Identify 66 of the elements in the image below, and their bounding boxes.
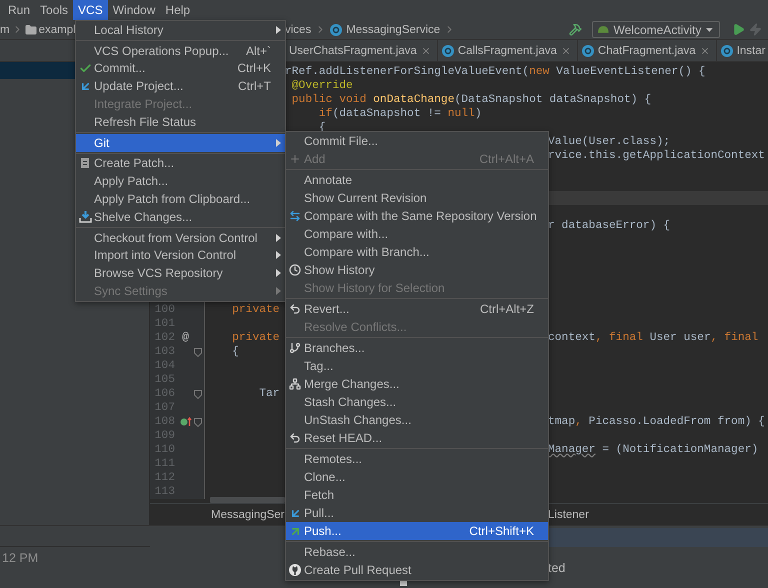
menu-item[interactable]: Create Pull Request bbox=[286, 561, 548, 579]
code-text: Manager = (NotificationManager) bbox=[548, 443, 758, 457]
menu-item[interactable]: Fetch bbox=[286, 486, 548, 504]
menu-item[interactable]: Refresh File Status bbox=[76, 112, 285, 131]
menu-item[interactable]: Import into Version Control bbox=[76, 246, 285, 264]
breadcrumb[interactable]: MessagingService bbox=[346, 24, 440, 36]
code-text: rvice.this.getApplicationContext bbox=[548, 149, 765, 163]
menu-item[interactable]: Update Project... Ctrl+T bbox=[76, 77, 285, 96]
editor-tab[interactable]: Instar bbox=[716, 40, 768, 61]
code-text: r databaseError) { bbox=[548, 219, 670, 233]
menu-item[interactable]: Commit File... bbox=[286, 132, 548, 150]
menu-item[interactable]: Pull... bbox=[286, 504, 548, 522]
menu-item[interactable]: Push... Ctrl+Shift+K bbox=[286, 522, 548, 540]
breadcrumb[interactable]: m bbox=[0, 24, 10, 36]
breadcrumb[interactable]: exampl bbox=[38, 24, 76, 36]
menu-item[interactable]: Revert... Ctrl+Alt+Z bbox=[286, 300, 548, 318]
menu-item[interactable]: Browse VCS Repository bbox=[76, 264, 285, 282]
menu-title[interactable]: Window bbox=[108, 0, 160, 20]
status-text: ted bbox=[548, 560, 566, 575]
menu-title[interactable]: Run bbox=[3, 0, 36, 20]
menu-item[interactable]: Compare with Branch... bbox=[286, 243, 548, 261]
menu-item[interactable]: Show History bbox=[286, 261, 548, 279]
code-text: context, final User user, final bbox=[548, 331, 758, 345]
code-text: public void onDataChange(DataSnapshot dataSnapshot) { bbox=[290, 93, 652, 107]
code-text: if(dataSnapshot != null) bbox=[318, 107, 482, 121]
editor-tab[interactable]: CallsFragment.java bbox=[438, 40, 578, 61]
menu-item[interactable]: Shelve Changes... bbox=[76, 208, 285, 226]
code-text: private bbox=[231, 331, 280, 345]
code-text: tmap, Picasso.LoadedFrom from) { bbox=[548, 415, 765, 429]
breadcrumb[interactable]: Listener bbox=[548, 508, 589, 520]
menu-item[interactable]: Merge Changes... bbox=[286, 375, 548, 393]
menu-item[interactable]: Checkout from Version Control bbox=[76, 228, 285, 247]
menu-item[interactable]: Rebase... bbox=[286, 543, 548, 561]
gutter-mark: @ bbox=[182, 332, 189, 344]
menu-title[interactable]: VCS bbox=[73, 0, 108, 20]
menu-item[interactable]: Show Current Revision bbox=[286, 189, 548, 207]
run-config-dropdown[interactable]: WelcomeActivity bbox=[592, 21, 720, 38]
menu-title[interactable]: Help bbox=[160, 0, 196, 20]
status-time: 12 PM bbox=[1, 550, 40, 567]
menu-item[interactable]: Clone... bbox=[286, 468, 548, 486]
menu-item[interactable]: Commit... Ctrl+K bbox=[76, 60, 285, 78]
menu-item[interactable]: Apply Patch from Clipboard... bbox=[76, 190, 285, 208]
menu-item[interactable]: Compare with... bbox=[286, 225, 548, 243]
menu-item[interactable]: UnStash Changes... bbox=[286, 411, 548, 429]
menu-item[interactable]: Git bbox=[76, 134, 285, 152]
code-text: Tar bbox=[258, 387, 280, 401]
menu-item[interactable]: Stash Changes... bbox=[286, 393, 548, 411]
code-text: Value(User.class); bbox=[548, 135, 670, 149]
breadcrumb[interactable]: vices bbox=[285, 24, 312, 36]
breadcrumb[interactable]: MessagingSer bbox=[211, 508, 285, 520]
menu-item[interactable]: Local History bbox=[76, 21, 285, 39]
code-text: private bbox=[231, 303, 280, 317]
menu-item[interactable]: Branches... bbox=[286, 339, 548, 357]
menu-item[interactable]: Reset HEAD... bbox=[286, 429, 548, 447]
editor-tab[interactable]: ChatFragment.java bbox=[578, 40, 717, 61]
menu-item[interactable]: Compare with the Same Repository Version bbox=[286, 207, 548, 225]
menu-item[interactable]: Remotes... bbox=[286, 450, 548, 468]
code-text: { bbox=[231, 345, 239, 359]
menu-item[interactable]: Annotate bbox=[286, 171, 548, 189]
menu-item[interactable]: VCS Operations Popup... Alt+` bbox=[76, 42, 285, 60]
menu-item[interactable]: Create Patch... bbox=[76, 154, 285, 172]
menu-title[interactable]: Tools bbox=[35, 0, 74, 20]
code-text: rRef.addListenerForSingleValueEvent(new ValueEventListener() { bbox=[285, 65, 706, 79]
menu-item[interactable]: Apply Patch... bbox=[76, 172, 285, 190]
code-text: @Override bbox=[290, 79, 353, 93]
menu-item[interactable]: Tag... bbox=[286, 357, 548, 375]
